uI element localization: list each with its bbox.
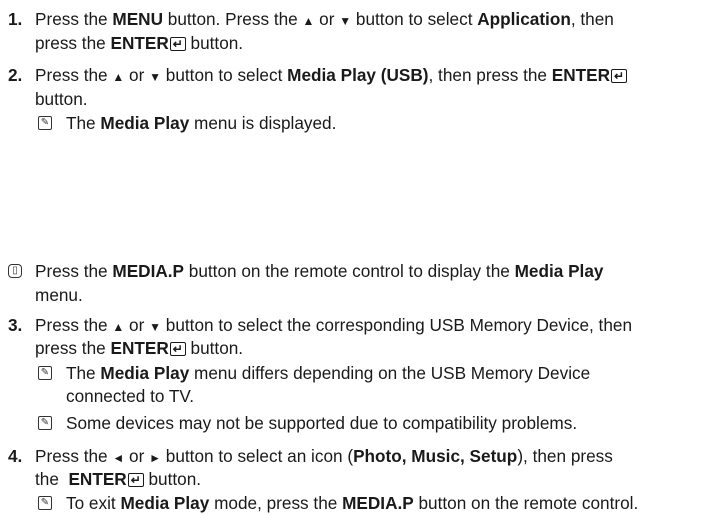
step-text-line: press the ENTER button.: [35, 337, 243, 360]
step-number: 1.: [8, 9, 23, 29]
note-icon: ✎: [38, 116, 52, 130]
step-text-line: the ENTER button.: [35, 468, 201, 491]
tip-text-line: menu.: [35, 285, 83, 305]
down-arrow-icon: ▼: [339, 14, 352, 28]
step-text-line: Press the ▲ or ▼ button to select Media …: [35, 64, 628, 88]
step-text-line: button.: [35, 89, 88, 109]
up-arrow-icon: ▲: [302, 14, 315, 28]
step-text-line: Press the ▲ or ▼ button to select the co…: [35, 315, 633, 335]
note-text: The Media Play menu is displayed.: [66, 113, 337, 133]
note-text: connected to TV.: [66, 386, 195, 406]
step-number: 2.: [8, 65, 23, 85]
up-arrow-icon: ▲: [112, 320, 125, 334]
step-text-line: Press the MENU button. Press the ▲ or ▼ …: [35, 9, 614, 29]
up-arrow-icon: ▲: [112, 70, 125, 84]
enter-icon: [127, 469, 144, 491]
step-number: 4.: [8, 446, 23, 466]
right-arrow-icon: ►: [149, 451, 162, 465]
left-arrow-icon: ◄: [112, 451, 125, 465]
step-number: 3.: [8, 315, 23, 335]
enter-icon: [169, 338, 186, 360]
step-text-line: press the ENTER button.: [35, 32, 243, 55]
enter-icon: [611, 65, 628, 87]
remote-tip-icon: ▯: [8, 264, 22, 278]
note-text: The Media Play menu differs depending on…: [66, 363, 591, 383]
note-text: To exit Media Play mode, press the MEDIA…: [66, 493, 639, 513]
down-arrow-icon: ▼: [149, 320, 162, 334]
note-icon: ✎: [38, 416, 52, 430]
enter-icon: [169, 33, 186, 55]
note-icon: ✎: [38, 366, 52, 380]
note-text: Some devices may not be supported due to…: [66, 413, 578, 433]
down-arrow-icon: ▼: [149, 70, 162, 84]
step-text-line: Press the ◄ or ► button to select an ico…: [35, 446, 613, 466]
note-icon: ✎: [38, 496, 52, 510]
tip-text-line: Press the MEDIA.P button on the remote c…: [35, 261, 604, 281]
